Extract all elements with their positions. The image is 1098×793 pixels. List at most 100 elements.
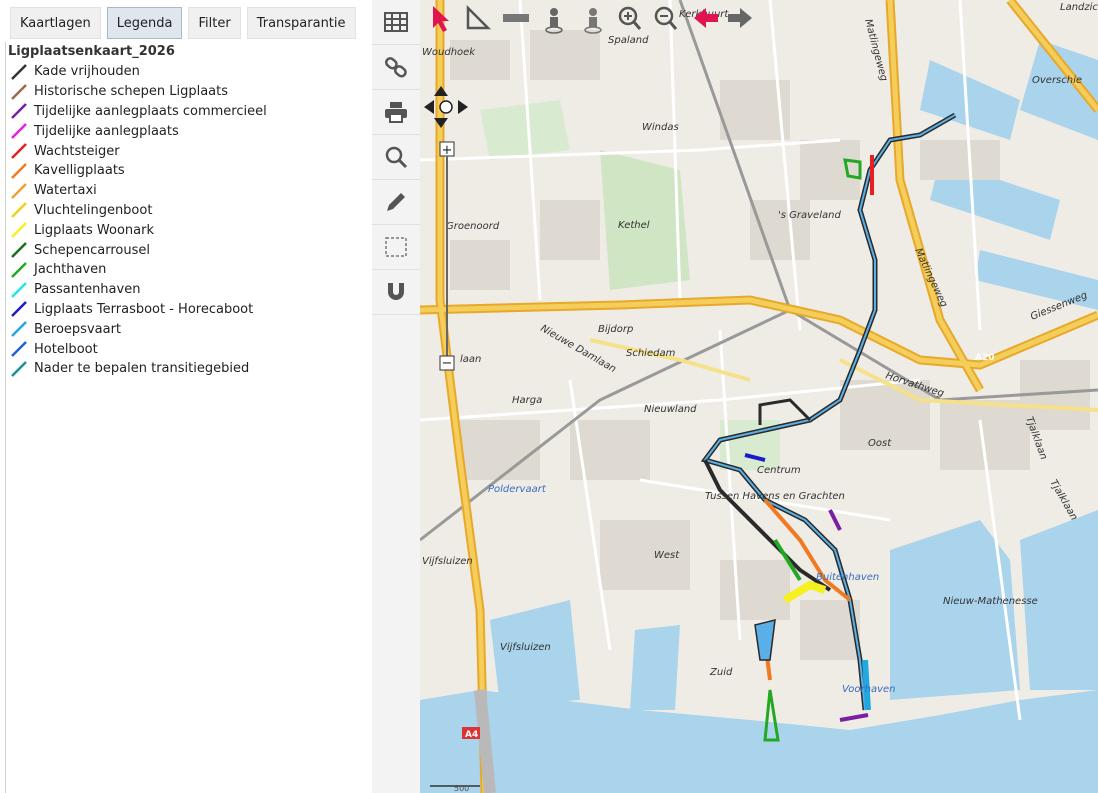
legend-swatch [11,83,27,100]
legend-item-label: Tijdelijke aanlegplaats commercieel [34,103,267,119]
map-label-windas: Windas [642,122,679,133]
measure-ruler-icon [503,14,529,22]
legend-swatch [11,242,27,258]
legend-item-label: Ligplaats Woonark [34,222,154,238]
map-label-nieuw-mathenesse: Nieuw-Mathenesse [943,596,1038,607]
legend-item-label: Ligplaats Terrasboot - Horecaboot [34,301,254,317]
legend-panel: Ligplaatsenkaart_2026 Kade vrijhouden His… [5,42,370,793]
map-label-schiedam: Schiedam [626,348,676,359]
map-label-nieuwland: Nieuwland [644,404,697,415]
map-label-groenoord: Groenoord [446,221,500,232]
legend-item: Vluchtelingenboot [6,201,370,221]
link-icon [384,57,407,78]
map-label-centrum: Centrum [757,465,801,476]
legend-swatch [11,202,27,219]
legend-swatch [11,182,27,199]
pan-center-icon [439,100,453,114]
map-label-vijfsluizen-south: Vijfsluizen [500,642,551,653]
map-label-west: West [654,550,680,561]
map-label-tussen-havens: Tussen Havens en Grachten [705,491,845,502]
table-button[interactable] [372,0,420,45]
map-label-kethel: Kethel [618,220,650,231]
legend-list: Kade vrijhouden Historische schepen Ligpl… [6,62,370,379]
map-label-zuid: Zuid [709,667,733,678]
legend-item: Hotelboot [6,339,370,359]
tool-panel [372,0,421,793]
legend-item-label: Wachtsteiger [34,143,120,159]
tab-kaartlagen[interactable]: Kaartlagen [10,7,101,39]
legend-swatch [11,360,27,377]
legend-swatch [11,341,27,357]
legend-item: Watertaxi [6,181,370,201]
snap-button[interactable] [372,270,420,315]
legend-item-label: Tijdelijke aanlegplaats [34,123,179,139]
print-icon [385,102,407,123]
left-panel: Kaartlagen Legenda Filter Transparantie … [0,0,373,793]
legend-item-label: Watertaxi [34,183,97,199]
legend-swatch [11,321,27,338]
legend-swatch [11,143,27,159]
legend-item: Nader te bepalen transitiegebied [6,359,370,379]
legend-swatch [11,222,27,239]
tab-legenda[interactable]: Legenda [106,7,183,39]
tab-bar: Kaartlagen Legenda Filter Transparantie [10,7,356,39]
legend-item-label: Passantenhaven [34,282,141,298]
legend-swatch [11,64,27,80]
map-label-vijfsluizen-west: Vijfsluizen [422,556,473,567]
map-label-a4: A4 [465,730,478,740]
print-button[interactable] [372,90,420,135]
legend-item: Wachtsteiger [6,141,370,161]
legend-item: Tijdelijke aanlegplaats [6,121,370,141]
legend-item-label: Jachthaven [34,262,107,278]
measure-ruler-tool[interactable] [503,14,529,22]
map-label-laan: laan [460,354,481,365]
legend-item-label: Beroepsvaart [34,321,122,337]
zoom-in-label: + [442,143,453,158]
map-label-buitenhaven: Buitenhaven [816,572,879,583]
legend-item-label: Vluchtelingenboot [34,202,153,218]
legend-item: Ligplaats Terrasboot - Horecaboot [6,300,370,320]
map-label-harga: Harga [512,395,542,406]
map-label-graveland: 's Graveland [778,210,841,221]
map-view[interactable]: Kerkbuurt Spaland Landzic Woudhoek Overs… [420,0,1098,793]
select-box-button[interactable] [372,225,420,270]
scale-label: 500 [454,784,469,793]
legend-swatch [11,103,27,120]
zoom-in-button[interactable]: + [439,141,455,158]
select-box-icon [385,237,407,257]
map-canvas[interactable]: Kerkbuurt Spaland Landzic Woudhoek Overs… [420,0,1098,793]
legend-title: Ligplaatsenkaart_2026 [8,44,175,59]
tab-filter[interactable]: Filter [188,7,241,39]
legend-item: Historische schepen Ligplaats [6,82,370,102]
zoom-out-label: − [442,356,453,371]
legend-swatch [11,261,27,278]
legend-item-label: Nader te bepalen transitiegebied [34,361,250,377]
legend-swatch [11,301,27,318]
legend-item-label: Hotelboot [34,341,98,357]
map-label-bijdorp: Bijdorp [598,324,633,335]
map-label-poldervaart: Poldervaart [488,484,547,495]
map-label-landzicht: Landzic [1060,2,1098,13]
map-label-overschie: Overschie [1032,75,1082,86]
tab-transparantie[interactable]: Transparantie [246,7,356,39]
legend-swatch [11,281,27,298]
legend-item: Kavelligplaats [6,161,370,181]
search-button[interactable] [372,135,420,180]
legend-item: Jachthaven [6,260,370,280]
map-label-a20: A20 [975,353,995,363]
legend-item: Ligplaats Woonark [6,220,370,240]
zoom-out-button[interactable]: − [439,355,455,371]
link-button[interactable] [372,45,420,90]
legend-item-label: Schepencarrousel [34,242,150,258]
map-label-voorhaven: Voorhaven [842,684,895,695]
legend-item: Tijdelijke aanlegplaats commercieel [6,102,370,122]
legend-item: Kade vrijhouden [6,62,370,82]
map-label-woudhoek: Woudhoek [422,47,476,58]
legend-item: Beroepsvaart [6,319,370,339]
map-label-spaland: Spaland [608,35,649,46]
edit-button[interactable] [372,180,420,225]
legend-item: Schepencarrousel [6,240,370,260]
edit-icon [387,193,405,211]
table-icon [384,12,408,32]
legend-item-label: Kavelligplaats [34,163,125,179]
